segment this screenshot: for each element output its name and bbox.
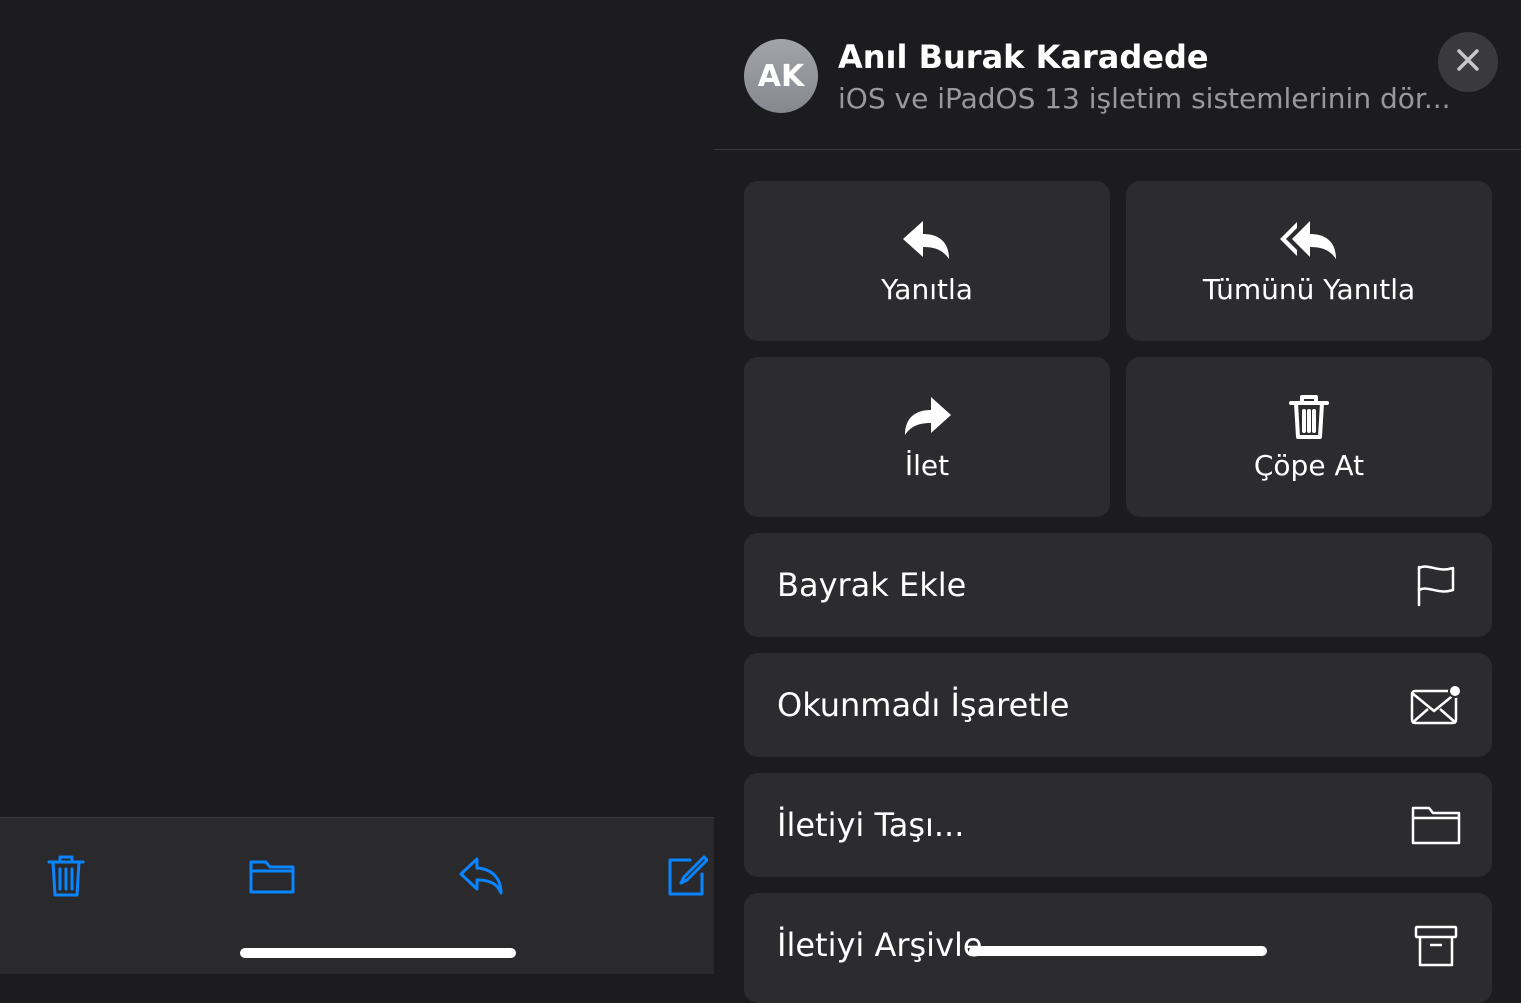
- trash-icon: [1288, 393, 1330, 441]
- reply-icon: [457, 855, 505, 901]
- flag-row[interactable]: Bayrak Ekle: [744, 533, 1492, 637]
- toolbar-compose-button[interactable]: [656, 848, 716, 908]
- unread-envelope-icon: [1410, 679, 1462, 731]
- archive-label: İletiyi Arşivle: [777, 926, 983, 964]
- compose-icon: [664, 854, 709, 902]
- home-indicator: [969, 946, 1267, 956]
- toolbar-reply-button[interactable]: [451, 848, 511, 908]
- close-button[interactable]: [1438, 32, 1498, 92]
- trash-icon: [46, 853, 86, 903]
- mail-list-pane: [0, 0, 714, 974]
- mark-unread-label: Okunmadı İşaretle: [777, 686, 1070, 724]
- reply-icon: [903, 217, 951, 265]
- bottom-toolbar: [0, 817, 714, 974]
- flag-icon: [1410, 559, 1462, 611]
- message-actions-sheet: AK Anıl Burak Karadede iOS ve iPadOS 13 …: [714, 6, 1521, 1003]
- folder-icon: [248, 856, 296, 900]
- toolbar-trash-button[interactable]: [36, 848, 96, 908]
- forward-tile[interactable]: İlet: [744, 357, 1110, 517]
- reply-all-tile[interactable]: Tümünü Yanıtla: [1126, 181, 1492, 341]
- reply-all-icon: [1280, 217, 1338, 265]
- subject-preview: iOS ve iPadOS 13 işletim sistemlerinin d…: [838, 82, 1451, 115]
- sender-name: Anıl Burak Karadede: [838, 38, 1209, 76]
- archive-icon: [1410, 919, 1462, 971]
- move-message-label: İletiyi Taşı...: [777, 806, 965, 844]
- forward-icon: [903, 393, 951, 441]
- forward-label: İlet: [904, 448, 950, 482]
- reply-all-label: Tümünü Yanıtla: [1202, 272, 1416, 306]
- reply-tile[interactable]: Yanıtla: [744, 181, 1110, 341]
- trash-tile[interactable]: Çöpe At: [1126, 357, 1492, 517]
- sheet-header: AK Anıl Burak Karadede iOS ve iPadOS 13 …: [714, 6, 1521, 150]
- close-icon: [1456, 48, 1480, 76]
- folder-icon: [1410, 799, 1462, 851]
- reply-label: Yanıtla: [881, 272, 973, 306]
- toolbar-move-button[interactable]: [242, 848, 302, 908]
- trash-label: Çöpe At: [1253, 448, 1365, 482]
- home-indicator: [240, 948, 516, 958]
- mark-unread-row[interactable]: Okunmadı İşaretle: [744, 653, 1492, 757]
- move-message-row[interactable]: İletiyi Taşı...: [744, 773, 1492, 877]
- avatar: AK: [744, 39, 818, 113]
- flag-label: Bayrak Ekle: [777, 566, 967, 604]
